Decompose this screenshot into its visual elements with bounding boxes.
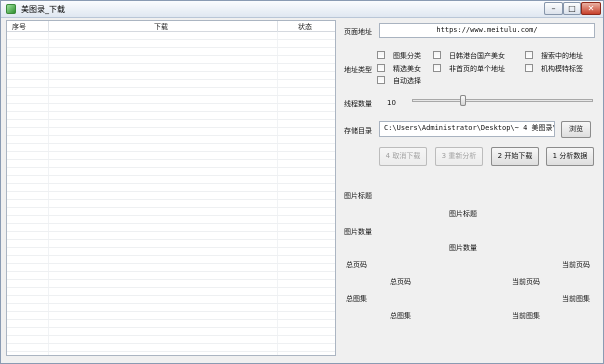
maximize-button[interactable]: □ bbox=[563, 2, 581, 15]
list-row[interactable] bbox=[7, 168, 335, 176]
current-album-label: 当前图集 bbox=[562, 295, 590, 303]
list-row[interactable] bbox=[7, 336, 335, 344]
checkbox-search-url[interactable] bbox=[525, 51, 533, 59]
current-page-value: 当前页码 bbox=[512, 278, 540, 286]
checkbox-label[interactable]: 精选美女 bbox=[393, 64, 421, 74]
title-bar[interactable]: 美图录_下载 – □ ✕ bbox=[1, 1, 603, 18]
checkbox-gallery-category[interactable] bbox=[377, 51, 385, 59]
threads-slider-thumb[interactable] bbox=[459, 95, 466, 106]
list-row[interactable] bbox=[7, 224, 335, 232]
window-title: 美图录_下载 bbox=[21, 5, 65, 14]
list-row[interactable] bbox=[7, 240, 335, 248]
list-row[interactable] bbox=[7, 264, 335, 272]
list-row[interactable] bbox=[7, 136, 335, 144]
main-window: 美图录_下载 – □ ✕ 序号 下载 状态 页面地址 https://www.m… bbox=[0, 0, 604, 364]
download-list[interactable]: 序号 下载 状态 bbox=[6, 20, 336, 356]
column-header-index[interactable]: 序号 bbox=[12, 22, 26, 32]
list-row[interactable] bbox=[7, 96, 335, 104]
list-row[interactable] bbox=[7, 288, 335, 296]
list-row[interactable] bbox=[7, 112, 335, 120]
image-title-value: 图片标题 bbox=[449, 210, 477, 218]
checkbox-single-page[interactable] bbox=[433, 64, 441, 72]
cancel-download-button[interactable]: 4 取消下载 bbox=[379, 147, 427, 166]
list-row[interactable] bbox=[7, 232, 335, 240]
checkbox-label[interactable]: 非首页的单个地址 bbox=[449, 64, 505, 74]
list-row[interactable] bbox=[7, 320, 335, 328]
list-row[interactable] bbox=[7, 208, 335, 216]
list-row[interactable] bbox=[7, 48, 335, 56]
directory-input[interactable]: C:\Users\Administrator\Desktop\~ 4 美图录\包 bbox=[379, 121, 555, 137]
browse-button[interactable]: 浏览 bbox=[561, 121, 591, 138]
list-row[interactable] bbox=[7, 80, 335, 88]
column-divider[interactable] bbox=[48, 21, 49, 32]
current-page-label: 当前页码 bbox=[562, 261, 590, 269]
list-row[interactable] bbox=[7, 296, 335, 304]
list-row[interactable] bbox=[7, 152, 335, 160]
list-row[interactable] bbox=[7, 128, 335, 136]
directory-label: 存储目录 bbox=[344, 127, 372, 135]
checkbox-label[interactable]: 机构模特标签 bbox=[541, 64, 583, 74]
list-row[interactable] bbox=[7, 160, 335, 168]
list-row[interactable] bbox=[7, 56, 335, 64]
column-header-status[interactable]: 状态 bbox=[298, 22, 312, 32]
list-row[interactable] bbox=[7, 200, 335, 208]
threads-slider[interactable] bbox=[412, 99, 593, 102]
url-input[interactable]: https://www.meitulu.com/ bbox=[379, 23, 595, 38]
list-row[interactable] bbox=[7, 184, 335, 192]
minimize-button[interactable]: – bbox=[544, 2, 563, 15]
list-row[interactable] bbox=[7, 280, 335, 288]
checkbox-featured[interactable] bbox=[377, 64, 385, 72]
checkbox-label[interactable]: 搜索中的地址 bbox=[541, 51, 583, 61]
total-pages-label: 总页码 bbox=[346, 261, 367, 269]
analyze-data-button[interactable]: 1 分析数据 bbox=[546, 147, 594, 166]
list-row[interactable] bbox=[7, 256, 335, 264]
reanalyze-button[interactable]: 3 重新分析 bbox=[435, 147, 483, 166]
list-row[interactable] bbox=[7, 248, 335, 256]
list-row[interactable] bbox=[7, 176, 335, 184]
image-title-label: 图片标题 bbox=[344, 192, 372, 200]
list-row[interactable] bbox=[7, 328, 335, 336]
list-row[interactable] bbox=[7, 40, 335, 48]
image-count-label: 图片数量 bbox=[344, 228, 372, 236]
checkbox-label[interactable]: 自动选择 bbox=[393, 76, 421, 86]
app-icon bbox=[6, 4, 16, 14]
list-row[interactable] bbox=[7, 304, 335, 312]
total-albums-value: 总图集 bbox=[390, 312, 411, 320]
close-button[interactable]: ✕ bbox=[581, 2, 601, 15]
checkbox-label[interactable]: 图集分类 bbox=[393, 51, 421, 61]
start-download-button[interactable]: 2 开始下载 bbox=[491, 147, 539, 166]
checkbox-label[interactable]: 日韩港台国产美女 bbox=[449, 51, 505, 61]
list-row[interactable] bbox=[7, 64, 335, 72]
checkbox-auto-select[interactable] bbox=[377, 76, 385, 84]
list-row[interactable] bbox=[7, 144, 335, 152]
address-type-label: 地址类型 bbox=[344, 66, 372, 74]
list-row[interactable] bbox=[7, 216, 335, 224]
column-divider[interactable] bbox=[277, 21, 278, 32]
url-label: 页面地址 bbox=[344, 28, 372, 36]
image-count-value: 图片数量 bbox=[449, 244, 477, 252]
threads-value: 10 bbox=[387, 99, 396, 107]
list-row[interactable] bbox=[7, 344, 335, 352]
list-row[interactable] bbox=[7, 192, 335, 200]
total-pages-value: 总页码 bbox=[390, 278, 411, 286]
list-row[interactable] bbox=[7, 32, 335, 40]
list-row[interactable] bbox=[7, 312, 335, 320]
list-row[interactable] bbox=[7, 72, 335, 80]
threads-label: 线程数量 bbox=[344, 100, 372, 108]
list-row[interactable] bbox=[7, 120, 335, 128]
checkbox-agency-tag[interactable] bbox=[525, 64, 533, 72]
list-row[interactable] bbox=[7, 104, 335, 112]
column-header-download[interactable]: 下载 bbox=[154, 22, 168, 32]
current-album-value: 当前图集 bbox=[512, 312, 540, 320]
list-row[interactable] bbox=[7, 88, 335, 96]
total-albums-label: 总图集 bbox=[346, 295, 367, 303]
list-header: 序号 下载 状态 bbox=[7, 21, 335, 32]
checkbox-asian-beauties[interactable] bbox=[433, 51, 441, 59]
list-row[interactable] bbox=[7, 272, 335, 280]
